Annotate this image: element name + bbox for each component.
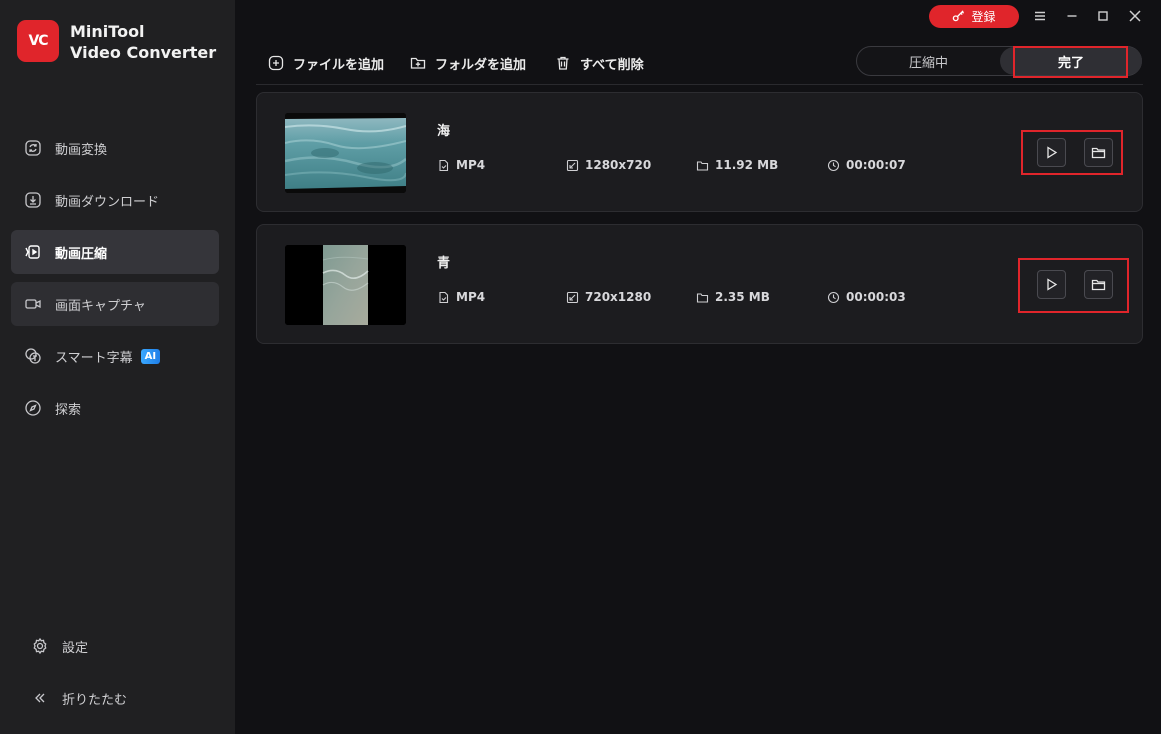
sidebar-item-label: 動画変換: [55, 142, 108, 158]
clock-icon: [827, 159, 840, 171]
duration-value: 00:00:07: [846, 158, 906, 172]
toolbar-divider: [256, 84, 1143, 85]
tab-compressing[interactable]: 圧縮中: [857, 47, 1000, 75]
add-folder-button[interactable]: フォルダを追加: [410, 52, 526, 74]
sidebar: VC MiniTool Video Converter 動画変換 動画ダウンロー…: [0, 0, 235, 734]
subtitle-icon: [24, 347, 42, 365]
file-format: MP4: [437, 290, 485, 304]
gear-icon: [31, 637, 49, 655]
delete-all-label: すべて削除: [580, 57, 644, 73]
size-value: 2.35 MB: [715, 290, 770, 304]
video-thumbnail[interactable]: [285, 113, 406, 193]
sidebar-item-video-compress[interactable]: 動画圧縮: [11, 230, 219, 274]
sidebar-nav: 動画変換 動画ダウンロード 動画圧縮 画面キャプチャ スマート字幕 AI 探索: [11, 126, 219, 438]
minimize-icon: [1067, 15, 1077, 17]
plus-circle-icon: [268, 55, 284, 71]
resolution-icon: [566, 291, 579, 303]
add-folder-label: フォルダを追加: [435, 57, 527, 73]
sidebar-item-smart-subtitle[interactable]: スマート字幕 AI: [11, 334, 219, 378]
highlight-box-actions-2: [1018, 258, 1129, 313]
file-name: 海: [437, 124, 451, 139]
resolution-value: 720x1280: [585, 290, 652, 304]
sea-thumbnail-image: [285, 113, 406, 193]
resolution-value: 1280x720: [585, 158, 652, 172]
sidebar-item-label: 動画ダウンロード: [55, 194, 160, 210]
delete-all-button[interactable]: すべて削除: [555, 52, 644, 74]
collapse-label: 折りたたむ: [62, 692, 128, 708]
settings-label: 設定: [62, 640, 89, 656]
close-icon: [1129, 10, 1141, 22]
highlight-box-actions-1: [1021, 130, 1123, 175]
folder-icon: [696, 160, 709, 171]
maximize-icon: [1098, 11, 1108, 21]
minimize-button[interactable]: [1061, 5, 1083, 27]
file-card-2: 青 MP4 720x1280 2.35 MB 00:00:03: [256, 224, 1143, 344]
sidebar-item-label: スマート字幕: [55, 350, 133, 366]
brand-line-2: Video Converter: [70, 43, 217, 62]
sidebar-item-explore[interactable]: 探索: [11, 386, 219, 430]
clock-icon: [827, 291, 840, 303]
double-chevron-left-icon: [31, 689, 49, 707]
download-icon: [24, 191, 42, 209]
sidebar-item-label: 動画圧縮: [55, 246, 108, 262]
app-brand: MiniTool Video Converter: [70, 21, 216, 63]
key-icon: [952, 9, 965, 25]
menu-button[interactable]: [1029, 5, 1051, 27]
ai-badge: AI: [140, 348, 161, 364]
convert-icon: [24, 139, 42, 157]
file-size: 11.92 MB: [696, 158, 778, 172]
format-value: MP4: [456, 158, 486, 172]
file-card-1: 海 MP4 1280x720 11.92 MB 00:00:07: [256, 92, 1143, 212]
app-logo: VC: [17, 20, 59, 62]
sidebar-item-label: 画面キャプチャ: [55, 298, 146, 314]
file-duration: 00:00:07: [827, 158, 906, 172]
folder-icon: [696, 292, 709, 303]
app-logo-text: VC: [28, 33, 48, 49]
maximize-button[interactable]: [1092, 5, 1114, 27]
add-file-button[interactable]: ファイルを追加: [268, 52, 384, 74]
settings-button[interactable]: 設定: [11, 626, 219, 666]
file-size: 2.35 MB: [696, 290, 770, 304]
format-value: MP4: [456, 290, 486, 304]
hamburger-icon: [1035, 11, 1045, 21]
register-label: 登録: [971, 10, 996, 24]
file-format-icon: [439, 159, 449, 171]
sidebar-item-screen-capture[interactable]: 画面キャプチャ: [11, 282, 219, 326]
file-resolution: 1280x720: [566, 158, 651, 172]
trash-icon: [557, 56, 569, 70]
compass-icon: [24, 399, 42, 417]
compress-icon: [24, 243, 42, 261]
highlight-box-done-tab: [1013, 46, 1128, 78]
file-format-icon: [439, 291, 449, 303]
collapse-button[interactable]: 折りたたむ: [11, 678, 219, 718]
close-button[interactable]: [1124, 5, 1146, 27]
add-file-label: ファイルを追加: [293, 57, 385, 73]
beach-thumbnail-image: [285, 245, 406, 325]
file-format: MP4: [437, 158, 485, 172]
folder-plus-icon: [410, 57, 426, 69]
sidebar-item-video-download[interactable]: 動画ダウンロード: [11, 178, 219, 222]
file-duration: 00:00:03: [827, 290, 906, 304]
duration-value: 00:00:03: [846, 290, 906, 304]
register-button[interactable]: 登録: [929, 5, 1019, 28]
sidebar-item-video-convert[interactable]: 動画変換: [11, 126, 219, 170]
file-resolution: 720x1280: [566, 290, 651, 304]
video-thumbnail[interactable]: [285, 245, 406, 325]
file-name: 青: [437, 256, 451, 271]
size-value: 11.92 MB: [715, 158, 779, 172]
resolution-icon: [566, 159, 579, 171]
camera-icon: [24, 295, 42, 313]
sidebar-item-label: 探索: [55, 402, 82, 418]
brand-line-1: MiniTool: [70, 22, 145, 41]
